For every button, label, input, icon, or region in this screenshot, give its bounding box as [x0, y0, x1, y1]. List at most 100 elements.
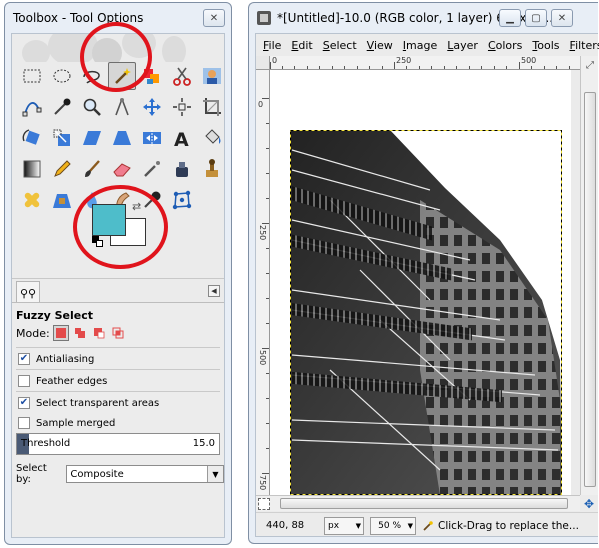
cage-transform-icon[interactable]	[168, 186, 196, 214]
perspective-clone-icon[interactable]	[48, 186, 76, 214]
zoom-icon[interactable]	[78, 93, 106, 121]
horizontal-scrollbar[interactable]	[256, 495, 580, 511]
feather-checkbox[interactable]	[18, 375, 30, 387]
menu-layer[interactable]: Layer	[442, 39, 483, 52]
feather-label: Feather edges	[36, 375, 108, 387]
ruler-h-label-500: 500	[521, 56, 537, 65]
quick-mask-icon[interactable]	[258, 498, 270, 510]
status-message-text: Click-Drag to replace the...	[438, 519, 579, 532]
measure-icon[interactable]	[108, 93, 136, 121]
select-transparent-option[interactable]: ✔ Select transparent areas	[18, 397, 159, 409]
paintbrush-icon[interactable]	[78, 155, 106, 183]
move-icon[interactable]	[138, 93, 166, 121]
mode-subtract-icon[interactable]	[91, 325, 107, 341]
rotate-icon[interactable]	[18, 124, 46, 152]
foreground-select-icon[interactable]	[198, 62, 226, 90]
select-by-value: Composite	[70, 468, 124, 480]
feather-option[interactable]: Feather edges	[18, 375, 107, 387]
menu-view[interactable]: View	[362, 39, 398, 52]
horizontal-ruler[interactable]: 0 250 500	[270, 56, 580, 70]
tool-options-panel: Fuzzy Select Mode: ✔ Antialiasing Feathe…	[12, 302, 224, 537]
sample-merged-option[interactable]: Sample merged	[18, 417, 115, 429]
menu-filters[interactable]: Filters	[565, 39, 599, 52]
foreground-color-swatch[interactable]	[92, 204, 126, 236]
airbrush-icon[interactable]	[138, 155, 166, 183]
bucket-fill-icon[interactable]	[198, 124, 226, 152]
shear-icon[interactable]	[78, 124, 106, 152]
mode-add-icon[interactable]	[72, 325, 88, 341]
ruler-h-label-250: 250	[396, 56, 412, 65]
minimize-icon[interactable]: ▁	[499, 9, 521, 27]
chevron-down-icon[interactable]: ▼	[207, 466, 223, 482]
ruler-v-label-0: 0	[258, 100, 264, 109]
scale-icon[interactable]	[48, 124, 76, 152]
ink-icon[interactable]	[168, 155, 196, 183]
close-icon[interactable]: ✕	[203, 9, 225, 27]
paths-icon[interactable]	[18, 93, 46, 121]
ruler-h-label-0: 0	[272, 56, 278, 65]
maximize-icon[interactable]: ▢	[525, 9, 547, 27]
ellipse-select-icon[interactable]	[48, 62, 76, 90]
vertical-scrollbar[interactable]: ⤢	[580, 56, 598, 495]
text-icon[interactable]: A	[168, 124, 196, 152]
image-window: *[Untitled]-10.0 (RGB color, 1 layer) 60…	[248, 2, 599, 544]
gimp-app-icon	[257, 11, 271, 25]
pointer-coords: 440, 88	[266, 520, 305, 531]
navigate-icon[interactable]: ✥	[582, 497, 596, 511]
crop-icon[interactable]	[198, 93, 226, 121]
vertical-ruler[interactable]: 0 250 500 750	[256, 70, 270, 495]
select-by-row: Select by: Composite ▼	[16, 463, 224, 485]
annotation-circle-fuzzy-select	[80, 22, 152, 92]
mode-row: Mode:	[16, 325, 126, 341]
ruler-corner	[256, 56, 270, 70]
sample-merged-checkbox[interactable]	[18, 417, 30, 429]
blend-icon[interactable]	[18, 155, 46, 183]
divider	[16, 369, 220, 370]
ruler-v-label-750: 750	[258, 475, 267, 491]
menu-edit[interactable]: Edit	[286, 39, 317, 52]
vertical-scroll-thumb[interactable]	[584, 92, 596, 487]
sample-merged-label: Sample merged	[36, 417, 116, 429]
image-canvas[interactable]	[270, 70, 571, 495]
unit-value: px	[328, 520, 340, 531]
eraser-icon[interactable]	[108, 155, 136, 183]
zoom-to-fit-icon[interactable]: ⤢	[583, 58, 597, 72]
scissors-select-icon[interactable]	[168, 62, 196, 90]
zoom-dropdown[interactable]: 50 % ▼	[370, 516, 416, 535]
ruler-v-label-250: 250	[258, 225, 267, 241]
menu-select[interactable]: Select	[318, 39, 362, 52]
clone-icon[interactable]	[198, 155, 226, 183]
select-transparent-checkbox[interactable]: ✔	[18, 397, 30, 409]
select-by-dropdown[interactable]: Composite ▼	[66, 465, 224, 483]
antialiasing-checkbox[interactable]: ✔	[18, 353, 30, 365]
building-photo	[270, 70, 571, 495]
pencil-icon[interactable]	[48, 155, 76, 183]
color-picker-icon[interactable]	[48, 93, 76, 121]
dock-tab-bar: ⚲⚲ ◀	[12, 278, 224, 305]
rect-select-icon[interactable]	[18, 62, 46, 90]
perspective-icon[interactable]	[108, 124, 136, 152]
align-icon[interactable]	[168, 93, 196, 121]
antialiasing-option[interactable]: ✔ Antialiasing	[18, 353, 94, 365]
menu-colors[interactable]: Colors	[483, 39, 527, 52]
panel-menu-icon[interactable]: ◀	[208, 285, 220, 297]
menu-image[interactable]: Image	[398, 39, 442, 52]
menu-tools[interactable]: Tools	[527, 39, 564, 52]
image-client: File Edit Select View Image Layer Colors…	[255, 33, 599, 538]
horizontal-scroll-thumb[interactable]	[280, 498, 568, 509]
zoom-value: 50 %	[378, 520, 401, 531]
mode-label: Mode:	[16, 326, 50, 340]
status-bar: 440, 88 px ▼ 50 % ▼ Click-Drag to replac…	[256, 512, 598, 538]
menu-file[interactable]: File	[258, 39, 286, 52]
threshold-slider[interactable]: Threshold 15.0	[16, 433, 220, 455]
unit-dropdown[interactable]: px ▼	[324, 516, 364, 535]
heal-icon[interactable]	[18, 186, 46, 214]
status-message: Click-Drag to replace the...	[422, 520, 579, 532]
mode-replace-icon[interactable]	[52, 325, 69, 341]
svg-text:A: A	[174, 129, 189, 149]
select-by-label: Select by:	[16, 463, 47, 485]
tool-options-title: Fuzzy Select	[16, 309, 93, 322]
close-icon[interactable]: ✕	[551, 9, 573, 27]
flip-icon[interactable]	[138, 124, 166, 152]
mode-intersect-icon[interactable]	[110, 325, 126, 341]
